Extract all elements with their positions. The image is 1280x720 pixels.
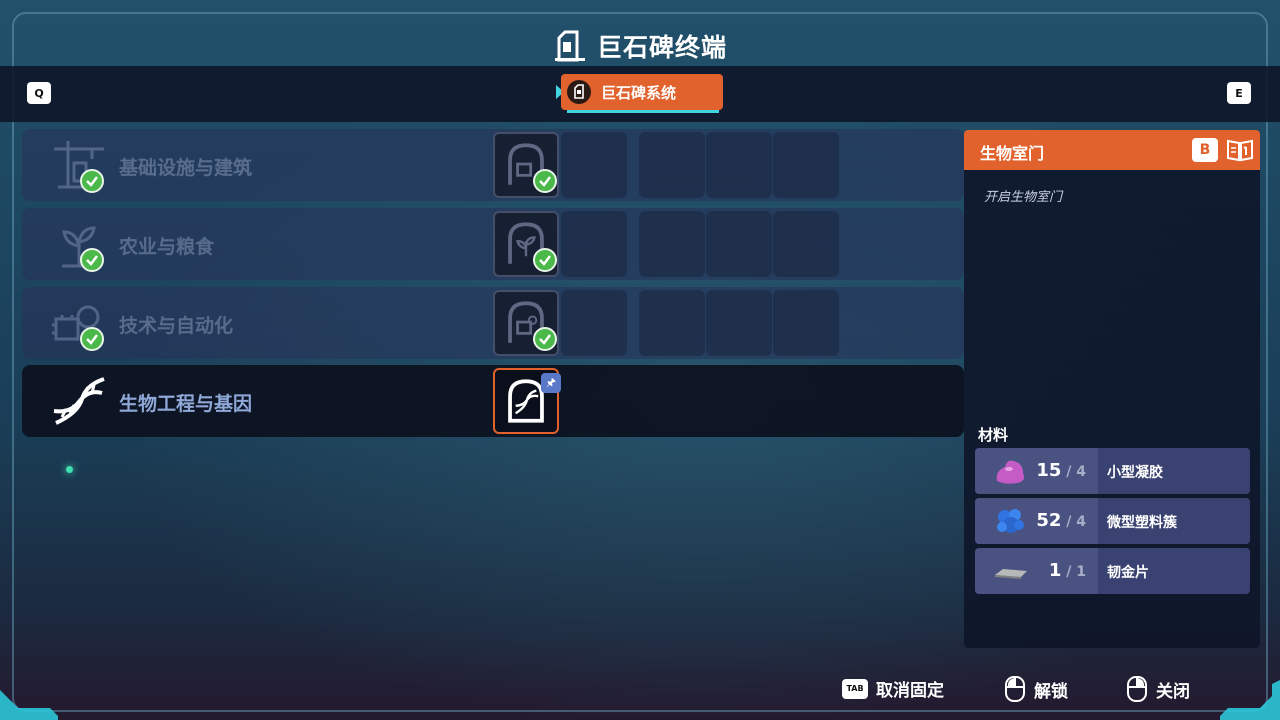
detail-description: 开启生物室门 [984,190,1063,205]
empty-slot [773,132,839,198]
unpin-action[interactable]: TAB 取消固定 [842,676,944,701]
material-count-cell: 52 / 4 [975,498,1098,544]
unpin-label: 取消固定 [876,681,944,701]
empty-slot [706,290,772,356]
empty-slot [773,290,839,356]
left-mouse-button-icon [1005,676,1025,702]
completed-check-icon [80,248,104,272]
tab-underline [567,110,719,113]
detail-header: 生物室门 B [964,130,1260,170]
category-label: 农业与粮食 [119,236,215,258]
close-label: 关闭 [1156,681,1190,702]
codex-book-icon[interactable] [1226,138,1254,162]
empty-slot [639,290,705,356]
empty-slot [561,290,627,356]
empty-slot [773,211,839,277]
category-label: 生物工程与基因 [119,393,253,415]
category-row-agriculture[interactable]: 农业与粮食 [22,208,964,280]
background-glow [66,466,73,473]
completed-check-icon [80,327,104,351]
empty-slot [639,211,705,277]
right-mouse-button-icon [1127,676,1147,702]
close-action[interactable]: 关闭 [1126,676,1190,702]
monolith-small-icon [567,80,591,104]
unlock-label: 解锁 [1034,681,1068,702]
empty-slot [639,132,705,198]
unlock-action[interactable]: 解锁 [1004,676,1068,702]
tab-label: 巨石碑系统 [601,83,677,102]
metal-plate-icon [995,569,1027,579]
slot-completed-check-icon [533,327,557,351]
corner-decoration-right [1220,680,1280,720]
detail-title: 生物室门 [980,144,1045,163]
prev-tab-key[interactable]: Q [27,82,51,104]
material-count: 52 / 4 [1036,510,1086,531]
build-key[interactable]: B [1192,138,1218,162]
category-label: 技术与自动化 [119,315,234,337]
page-title: 巨石碑终端 [0,26,1280,66]
material-name: 微型塑料簇 [1107,515,1177,531]
detail-panel: 生物室门 B 开启生物室门 材料 15 / 4 小型凝胶 52 / 4 微型塑料… [964,130,1260,648]
monolith-icon [554,30,585,62]
plastic-cluster-icon [997,509,1024,533]
tab-key: TAB [842,678,868,699]
corner-decoration-left [0,690,58,720]
tab-monolith-system[interactable]: 巨石碑系统 [561,74,723,110]
category-row-technology[interactable]: 技术与自动化 [22,287,964,359]
completed-check-icon [80,169,104,193]
next-tab-key[interactable]: E [1227,82,1251,104]
material-row: 1 / 1 韧金片 [975,548,1250,594]
material-name: 小型凝胶 [1107,465,1163,481]
slot-completed-check-icon [533,248,557,272]
gel-icon [996,460,1025,484]
material-count: 15 / 4 [1036,460,1086,481]
empty-slot [561,132,627,198]
empty-slot [706,211,772,277]
category-row-infrastructure[interactable]: 基础设施与建筑 [22,129,964,201]
empty-slot [706,132,772,198]
material-count-cell: 1 / 1 [975,548,1098,594]
empty-slot [561,211,627,277]
material-row: 15 / 4 小型凝胶 [975,448,1250,494]
materials-heading: 材料 [978,426,1009,444]
material-name: 韧金片 [1107,565,1149,581]
category-row-bioengineering[interactable]: 生物工程与基因 🖈 [22,365,964,437]
title-text: 巨石碑终端 [596,33,727,62]
material-row: 52 / 4 微型塑料簇 [975,498,1250,544]
pin-icon[interactable]: 🖈 [541,373,561,393]
category-label: 基础设施与建筑 [119,157,253,179]
material-count: 1 / 1 [1048,560,1086,581]
slot-completed-check-icon [533,169,557,193]
dna-icon [53,377,105,425]
material-count-cell: 15 / 4 [975,448,1098,494]
